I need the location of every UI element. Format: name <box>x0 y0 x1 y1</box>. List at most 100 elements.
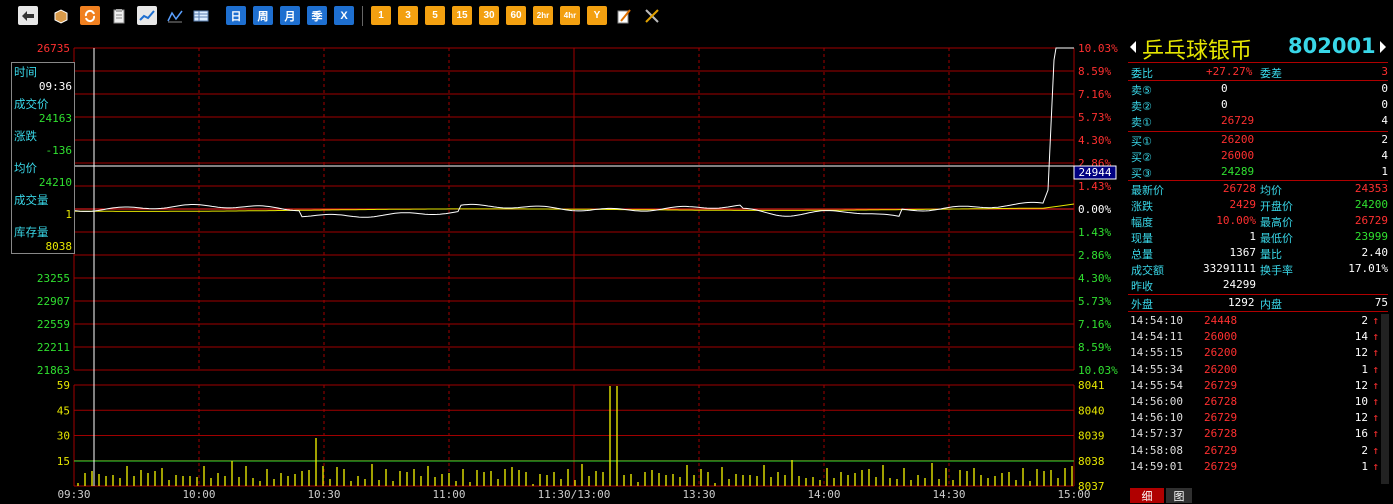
bid-volume: 4 <box>1381 149 1388 162</box>
pct-axis-label: 5.73% <box>1078 111 1111 124</box>
ask-label: 卖⑤ <box>1131 84 1152 97</box>
trade-volume: 10 <box>1354 395 1368 408</box>
inner-label: 内盘 <box>1260 298 1282 311</box>
divider <box>1128 80 1388 81</box>
stat-label: 换手率 <box>1260 264 1293 277</box>
time-axis-label: 11:00 <box>432 488 465 501</box>
stat-label: 量比 <box>1260 248 1282 261</box>
price-axis-label: 26735 <box>37 42 70 55</box>
volume-axis-label: 45 <box>57 404 70 417</box>
stat-label: 开盘价 <box>1260 200 1293 213</box>
trade-price: 26200 <box>1204 346 1238 360</box>
pct-axis-label: 10.03% <box>1078 364 1118 377</box>
stat-label: 最高价 <box>1260 216 1293 229</box>
trade-volume: 12 <box>1354 346 1368 360</box>
pct-axis-label: 7.16% <box>1078 318 1111 331</box>
up-arrow-icon: ↑ <box>1372 362 1379 376</box>
trade-time: 14:55:34 <box>1130 362 1183 376</box>
stat-value: 26729 <box>1354 214 1388 227</box>
stat-value: 23999 <box>1354 230 1388 243</box>
trade-time: 14:54:11 <box>1130 330 1183 344</box>
time-axis-label: 14:30 <box>932 488 965 501</box>
up-arrow-icon: ↑ <box>1372 314 1379 327</box>
price-axis-label: 21863 <box>37 364 70 377</box>
price-axis-label: 22559 <box>37 318 70 331</box>
trade-price: 26200 <box>1204 362 1238 376</box>
avg-value: 24210 <box>38 176 72 189</box>
stat-label: 成交额 <box>1131 264 1164 277</box>
volume-axis-label: 30 <box>57 430 70 443</box>
trade-time: 14:59:01 <box>1130 459 1183 473</box>
pct-axis-label: 1.43% <box>1078 180 1111 193</box>
stat-label: 总量 <box>1131 248 1153 261</box>
stat-label: 涨跌 <box>1131 200 1153 213</box>
price-axis-label: 22211 <box>37 341 70 354</box>
stat-label: 现量 <box>1131 232 1153 245</box>
time-axis-label: 15:00 <box>1057 488 1090 501</box>
trade-price: 26728 <box>1204 395 1238 408</box>
tab-detail[interactable]: 细 <box>1130 488 1164 503</box>
intraday-chart[interactable]: 26735 24163 23255 22907 22559 22211 21863 10.03… <box>0 0 1128 503</box>
bid-label: 买① <box>1131 135 1152 148</box>
time-value: 09:36 <box>38 80 72 93</box>
trade-time: 14:57:37 <box>1130 427 1183 441</box>
pct-axis-label: 2.86% <box>1078 249 1111 262</box>
stat-value: 24353 <box>1354 182 1388 195</box>
stat-value: 24200 <box>1354 198 1388 211</box>
prev-arrow-icon[interactable] <box>1129 40 1137 54</box>
trade-time: 14:56:10 <box>1130 411 1183 425</box>
ask-volume: 0 <box>1381 98 1388 111</box>
inventory-axis-label: 8039 <box>1078 430 1105 443</box>
up-arrow-icon: ↑ <box>1372 330 1379 344</box>
tab-chart[interactable]: 图 <box>1166 488 1192 503</box>
trade-volume: 12 <box>1354 411 1368 425</box>
cursor-price-label: 24944 <box>1078 166 1111 179</box>
price-axis-label: 22907 <box>37 295 70 308</box>
inventory-value: 8038 <box>45 240 73 253</box>
inventory-label: 库存量 <box>14 225 49 239</box>
pct-axis-label: 1.43% <box>1078 226 1111 239</box>
stat-value: 24299 <box>1222 278 1256 291</box>
trade-volume: 1 <box>1361 362 1368 376</box>
price-label: 成交价 <box>14 97 49 111</box>
stat-label: 最新价 <box>1131 184 1164 197</box>
stat-label: 均价 <box>1260 184 1282 197</box>
time-axis-label: 10:00 <box>182 488 215 501</box>
trade-time: 14:58:08 <box>1130 443 1183 457</box>
up-arrow-icon: ↑ <box>1372 443 1379 457</box>
next-arrow-icon[interactable] <box>1379 40 1387 54</box>
stat-value: 10.00% <box>1216 214 1256 227</box>
change-label: 涨跌 <box>14 129 37 143</box>
stat-value: 2429 <box>1229 198 1257 211</box>
trade-price: 26729 <box>1204 411 1238 425</box>
price-value: 24163 <box>38 112 72 125</box>
time-axis-label: 11:30/13:00 <box>538 488 611 501</box>
stat-label: 幅度 <box>1131 216 1153 229</box>
stat-value: 33291111 <box>1203 262 1256 275</box>
outer-label: 外盘 <box>1131 298 1153 311</box>
stat-value: 1367 <box>1229 246 1257 259</box>
bid-volume: 2 <box>1381 133 1388 146</box>
time-axis-label: 13:30 <box>682 488 715 501</box>
ask-price: 0 <box>1221 98 1228 111</box>
weibi-label: 委比 <box>1131 67 1153 80</box>
trade-price: 26728 <box>1204 427 1238 441</box>
trade-scrollbar[interactable] <box>1381 314 1389 484</box>
weicha-label: 委差 <box>1260 67 1282 80</box>
trade-price: 26729 <box>1204 459 1238 473</box>
crosshair-info-box: 时间 09:36 成交价 24163 涨跌 -136 均价 24210 成交量 … <box>11 62 75 254</box>
bid-volume: 1 <box>1381 165 1388 178</box>
up-arrow-icon: ↑ <box>1372 346 1379 360</box>
ask-price: 0 <box>1221 82 1228 95</box>
ask-volume: 0 <box>1381 82 1388 95</box>
stat-value: 1 <box>1249 230 1256 243</box>
trade-price: 24448 <box>1204 314 1238 327</box>
stat-value: 2.40 <box>1361 246 1389 259</box>
up-arrow-icon: ↑ <box>1372 378 1379 392</box>
volume-axis-label: 59 <box>57 379 70 392</box>
time-label: 时间 <box>14 65 37 79</box>
outer-value: 1292 <box>1228 296 1255 309</box>
trade-time: 14:56:00 <box>1130 395 1183 408</box>
ask-volume: 4 <box>1381 114 1388 127</box>
bid-label: 买③ <box>1131 167 1152 180</box>
